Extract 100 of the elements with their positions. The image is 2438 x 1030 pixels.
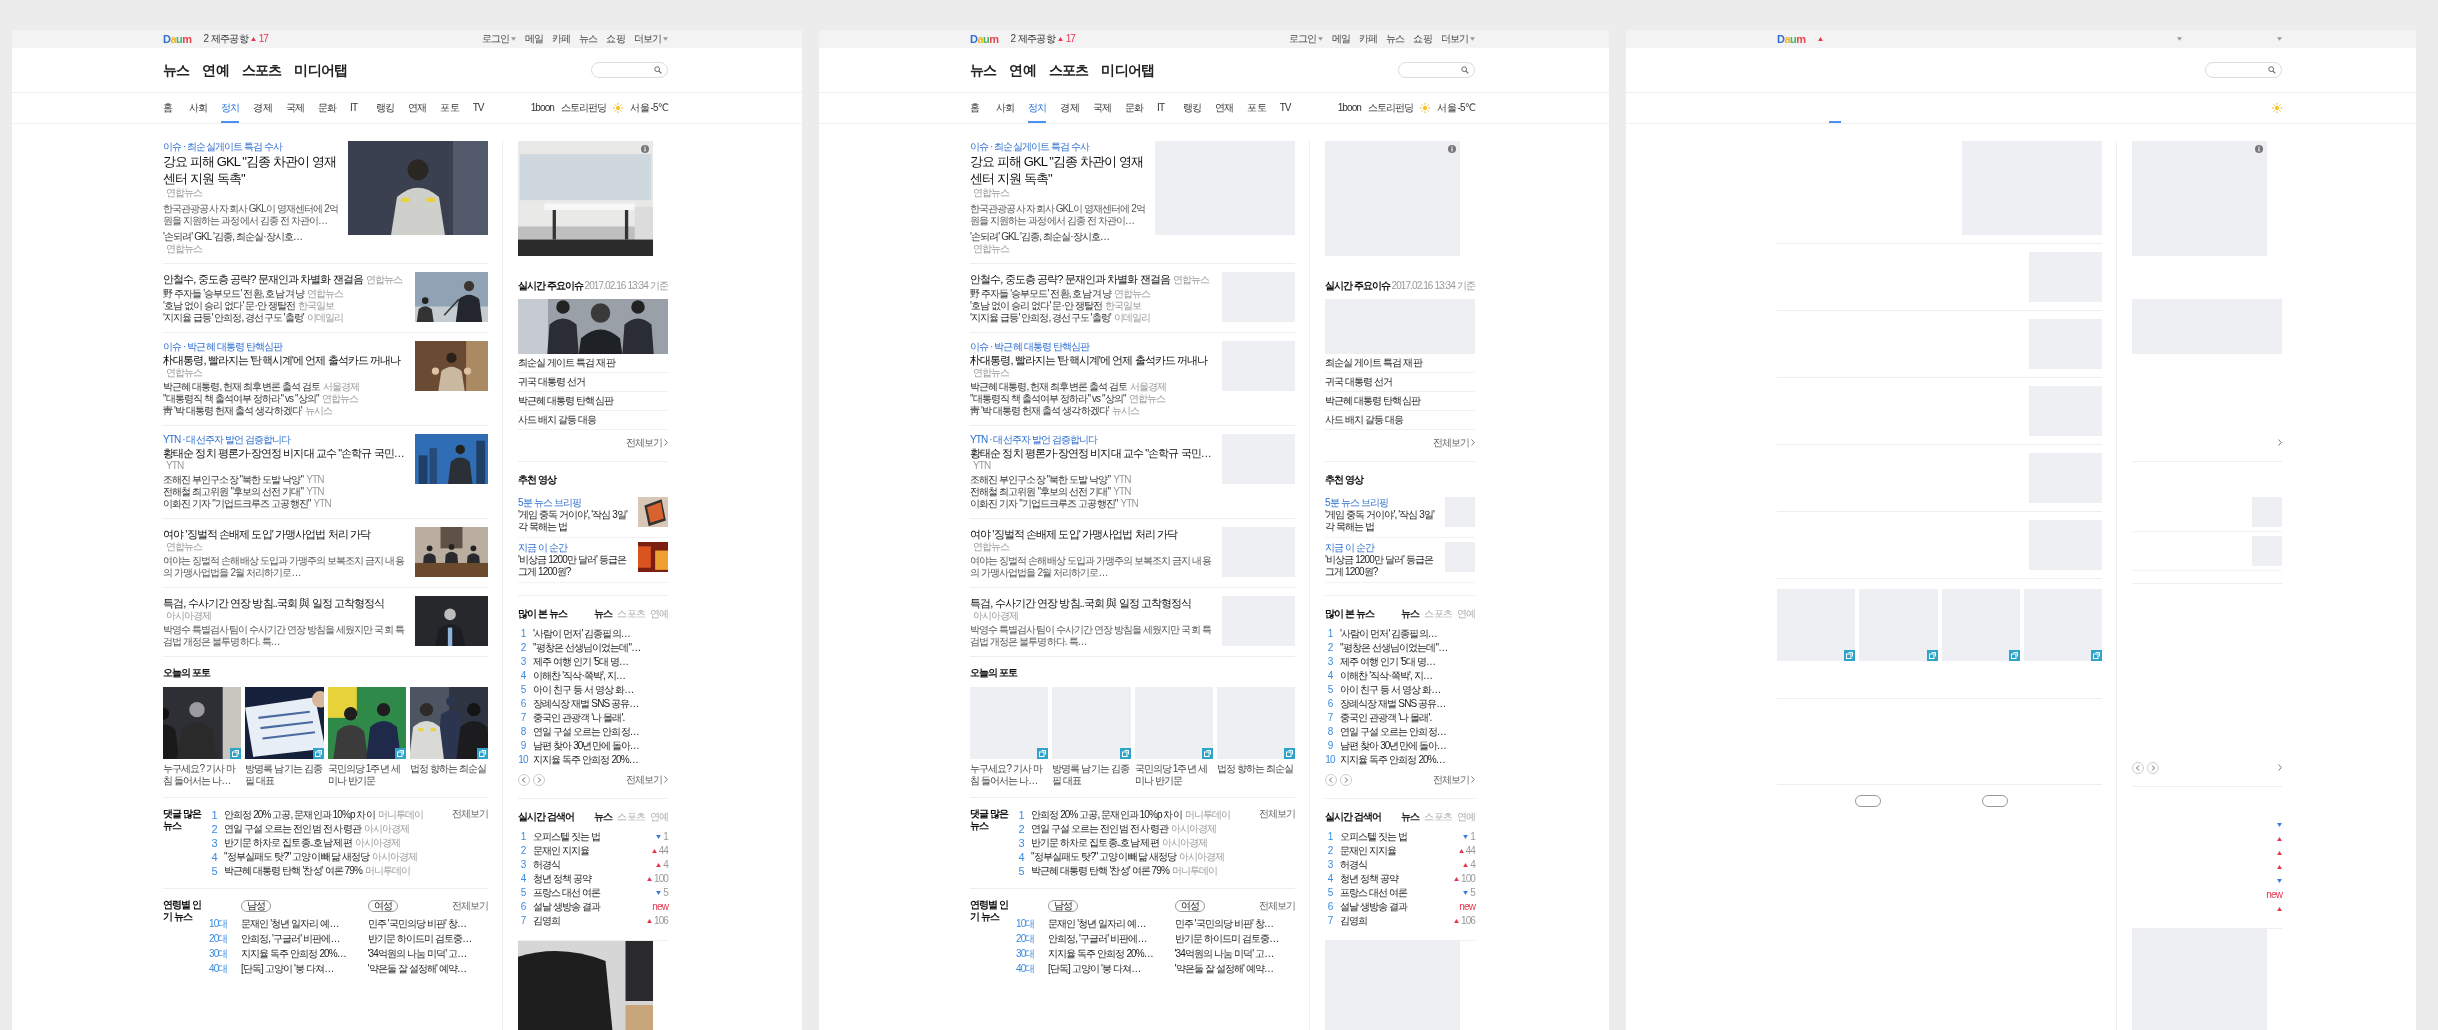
news-link[interactable]: 연일 구설 오르는 안희정… bbox=[1340, 725, 1446, 739]
news-link[interactable]: 박근혜 대통령 탄핵 '찬성' 여론 79% bbox=[224, 865, 362, 876]
tab[interactable]: 뉴스 bbox=[594, 811, 613, 823]
next-button[interactable] bbox=[1340, 773, 1352, 786]
search-keyword[interactable]: 오피스텔 짓는 법 bbox=[1340, 830, 1459, 844]
news-link[interactable]: 안희정, '구글러' 비판에… bbox=[241, 932, 362, 946]
search-keyword[interactable]: 청년 정책 공약 bbox=[533, 872, 642, 886]
headline[interactable]: 朴대통령, 빨라지는 '탄핵시계'에 언제 출석카드 꺼내나 bbox=[163, 353, 401, 367]
topic-label[interactable]: 5분 뉴스 브리핑 bbox=[1325, 497, 1439, 509]
news-link[interactable]: 연일 구설 오르는 전인범 전 사령관 bbox=[224, 823, 361, 834]
next-button[interactable] bbox=[2147, 761, 2159, 774]
issue-link[interactable]: 최순실 게이트 특검 재판 bbox=[1325, 354, 1475, 373]
service-link[interactable]: 뉴스 bbox=[1386, 33, 1405, 45]
related-headline[interactable]: 靑 '박 대통령 헌재 출석 생각하겠다' bbox=[163, 405, 302, 417]
news-link[interactable]: 문재인 '청년 일자리 예… bbox=[241, 917, 362, 931]
news-link[interactable]: "평창은 선생님이었는데"… bbox=[533, 641, 641, 655]
related-headline[interactable]: 이화진 기자 "기업드크루즈 고공행진" bbox=[163, 498, 311, 510]
category-tab[interactable]: 포토 bbox=[440, 93, 459, 123]
search-keyword[interactable]: 설날 생방송 결과 bbox=[533, 900, 648, 914]
news-link[interactable]: 안희정 20% 고공, 문재인과 10%p 차이 bbox=[1031, 809, 1182, 820]
news-link[interactable]: 중국인 관광객 '나 몰래'. bbox=[533, 711, 625, 725]
logo[interactable]: Daum bbox=[1777, 33, 1806, 45]
related-headline[interactable]: '손되려' GKL '김종, 최순실·장시호… bbox=[970, 231, 1110, 243]
news-link[interactable]: 중국인 관광객 '나 몰래'. bbox=[1340, 711, 1432, 725]
news-link[interactable]: 민주 '국민의당 비판' 창… bbox=[367, 917, 488, 931]
section-tab[interactable]: 스포츠 bbox=[1048, 61, 1089, 79]
news-link[interactable]: '비상금 1200만 달러' 등급은 그게 1200원? bbox=[1325, 554, 1439, 578]
topic-label[interactable]: 이슈 · 박근혜 대통령 탄핵심판 bbox=[163, 341, 407, 353]
news-link[interactable]: "평창은 선생님이었는데"… bbox=[1340, 641, 1448, 655]
news-link[interactable]: "정부실패도 탓?" 고양이 빼닮 새정당 bbox=[1031, 851, 1176, 862]
topic-label[interactable]: 이슈 · 최순실게이트 특검 수사 bbox=[163, 141, 340, 153]
category-tab[interactable]: TV bbox=[1279, 93, 1292, 123]
tab[interactable]: 뉴스 bbox=[594, 608, 613, 620]
related-headline[interactable]: 전해철 최고위원 "후보의 선전 기대" bbox=[970, 486, 1111, 498]
category-tab[interactable]: 문화 bbox=[317, 93, 336, 123]
news-link[interactable]: 남편 찾아 30년만에 돌아… bbox=[533, 739, 639, 753]
section-tab[interactable]: 미디어탭 bbox=[1101, 61, 1155, 79]
news-link[interactable]: 반기문 하차로 집토종..호남 제편 bbox=[224, 837, 352, 848]
search-keyword[interactable]: 프랑스 대선 여론 bbox=[1340, 886, 1459, 900]
news-link[interactable]: '게임 중독 거이야', '작심 3일' 각 목해는 법 bbox=[518, 509, 632, 533]
category-tab[interactable]: IT bbox=[350, 93, 362, 123]
news-link[interactable]: 아이 친구 등 서 영상 화… bbox=[533, 683, 634, 697]
news-link[interactable]: '34억원의 나눔 미덕' 고… bbox=[367, 947, 488, 961]
previous-button[interactable] bbox=[2132, 761, 2144, 774]
section-tab[interactable]: 연예 bbox=[1009, 61, 1036, 79]
headline[interactable]: 강요 피해 GKL "김종 차관이 영재센터 지원 독촉" bbox=[970, 153, 1147, 187]
news-link[interactable]: "정부실패도 탓?" 고양이 빼닮 새정당 bbox=[224, 851, 369, 862]
news-link[interactable]: [단독] 고양이 '붕 다쳐… bbox=[1048, 962, 1169, 976]
related-headline[interactable]: 전해철 최고위원 "후보의 선전 기대" bbox=[163, 486, 304, 498]
topic-label[interactable]: 지금 이 순간 bbox=[518, 542, 632, 554]
news-link[interactable]: 반기문 하이드미 검토중… bbox=[367, 932, 488, 946]
service-link[interactable]: 메일 bbox=[1331, 33, 1351, 45]
news-link[interactable]: 아이 친구 등 서 영상 화… bbox=[1340, 683, 1441, 697]
search-keyword[interactable]: 문재인 지지율 bbox=[533, 844, 647, 858]
category-tab[interactable]: 랭킹 bbox=[376, 93, 395, 123]
section-tab[interactable]: 스포츠 bbox=[241, 61, 282, 79]
issue-link[interactable]: 사드 배치 갈등 대응 bbox=[1325, 411, 1475, 430]
search-keyword[interactable]: 청년 정책 공약 bbox=[1340, 872, 1449, 886]
news-link[interactable]: 장례식장 재벌 SNS 공유… bbox=[1340, 697, 1446, 711]
service-link[interactable]: 스토리펀딩 bbox=[1367, 102, 1414, 114]
category-tab[interactable]: 연재 bbox=[408, 93, 427, 123]
more-link[interactable]: 전체보기 bbox=[1258, 808, 1295, 820]
section-tab[interactable]: 뉴스 bbox=[163, 61, 190, 79]
service-link[interactable]: 로그인 bbox=[481, 33, 516, 45]
trending-keyword[interactable]: 제주공항 bbox=[1018, 33, 1055, 45]
issue-link[interactable]: 사드 배치 갈등 대응 bbox=[518, 411, 668, 430]
news-link[interactable]: 지지율 독주 안희정 20%… bbox=[533, 753, 638, 767]
search-keyword[interactable]: 김영희 bbox=[533, 914, 642, 928]
news-link[interactable]: 장례식장 재벌 SNS 공유… bbox=[533, 697, 639, 711]
photo-caption[interactable]: 방명록 남기는 김종필 대표 bbox=[1052, 763, 1131, 787]
topic-label[interactable]: 지금 이 순간 bbox=[1325, 542, 1439, 554]
photo-caption[interactable]: 국민의당 1주년 세미나 반기문 bbox=[327, 763, 406, 787]
issue-link[interactable]: 귀국 대통령 선거 bbox=[518, 373, 668, 392]
news-link[interactable]: 제주 여행 인기 '5대 명… bbox=[533, 655, 629, 669]
service-link[interactable]: 쇼핑 bbox=[606, 33, 625, 45]
news-link[interactable]: 연일 구설 오르는 전인범 전 사령관 bbox=[1031, 823, 1168, 834]
service-link[interactable]: 쇼핑 bbox=[1413, 33, 1432, 45]
related-headline[interactable]: '지지율 급등' 안희정, 경선구도 '출렁' bbox=[970, 312, 1111, 324]
topic-label[interactable]: 5분 뉴스 브리핑 bbox=[518, 497, 632, 509]
next-button[interactable] bbox=[533, 773, 545, 786]
service-link[interactable]: 메일 bbox=[524, 33, 544, 45]
service-link[interactable]: 뉴스 bbox=[579, 33, 598, 45]
photo-caption[interactable]: 누구세요? 기사 마침 들어서는 나… bbox=[970, 763, 1049, 787]
related-headline[interactable]: 박근혜 대통령, 헌재 최후변론 출석 검토 bbox=[163, 381, 320, 393]
news-link[interactable]: 이해찬 '직삭·쪽박', 지… bbox=[1340, 669, 1432, 683]
category-tab[interactable]: 문화 bbox=[1124, 93, 1143, 123]
service-link[interactable]: 1boon bbox=[1337, 102, 1361, 114]
topic-label[interactable]: 이슈 · 박근혜 대통령 탄핵심판 bbox=[970, 341, 1214, 353]
issue-link[interactable]: 최순실 게이트 특검 재판 bbox=[518, 354, 668, 373]
related-headline[interactable]: 野 주자들 '승부모드' 전환, 호남 겨냥 bbox=[163, 288, 304, 300]
category-tab[interactable]: 포토 bbox=[1247, 93, 1266, 123]
photo-caption[interactable]: 누구세요? 기사 마침 들어서는 나… bbox=[163, 763, 242, 787]
section-tab[interactable]: 뉴스 bbox=[970, 61, 997, 79]
news-link[interactable]: '사람이 먼저' 김종필의… bbox=[533, 627, 630, 641]
search-keyword[interactable]: 프랑스 대선 여론 bbox=[533, 886, 652, 900]
category-tab[interactable]: 랭킹 bbox=[1183, 93, 1202, 123]
news-link[interactable]: 남편 찾아 30년만에 돌아… bbox=[1340, 739, 1446, 753]
news-link[interactable]: 문재인 '청년 일자리 예… bbox=[1048, 917, 1169, 931]
category-tab[interactable]: 홈 bbox=[970, 93, 982, 123]
more-link[interactable]: 전체보기 bbox=[1432, 436, 1475, 449]
